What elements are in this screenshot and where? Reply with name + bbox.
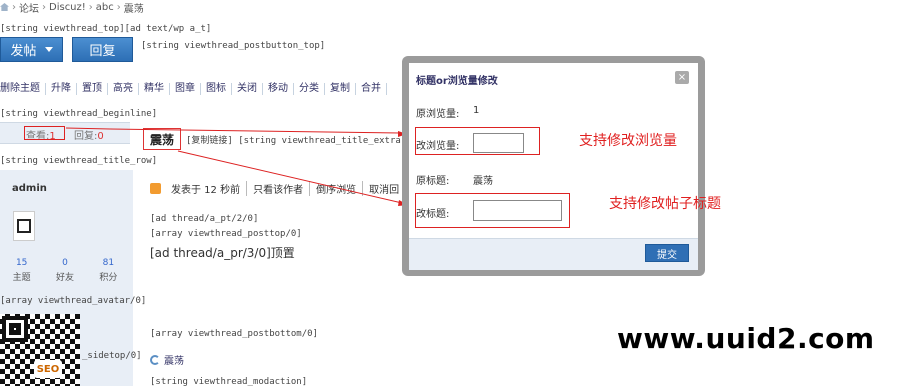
orig-title-value: 震荡	[473, 176, 493, 187]
annotation-views: 支持修改浏览量	[579, 133, 677, 149]
new-title-label: 改标题:	[416, 209, 450, 220]
submit-button[interactable]: 提交	[645, 244, 689, 262]
dialog-title: 标题or浏览量修改	[416, 76, 498, 87]
orig-views-label: 原浏览量:	[416, 109, 460, 120]
orig-title-label: 原标题:	[416, 176, 450, 187]
new-views-input[interactable]	[473, 133, 524, 153]
annotation-title: 支持修改帖子标题	[609, 196, 721, 212]
new-title-input[interactable]	[473, 200, 562, 221]
orig-views-value: 1	[473, 105, 480, 116]
new-views-label: 改浏览量:	[416, 141, 460, 152]
watermark: www.uuid2.com	[617, 322, 875, 355]
arrow-line-views	[65, 127, 401, 134]
arrow-line-title	[177, 150, 403, 204]
close-icon[interactable]: ×	[675, 71, 689, 84]
